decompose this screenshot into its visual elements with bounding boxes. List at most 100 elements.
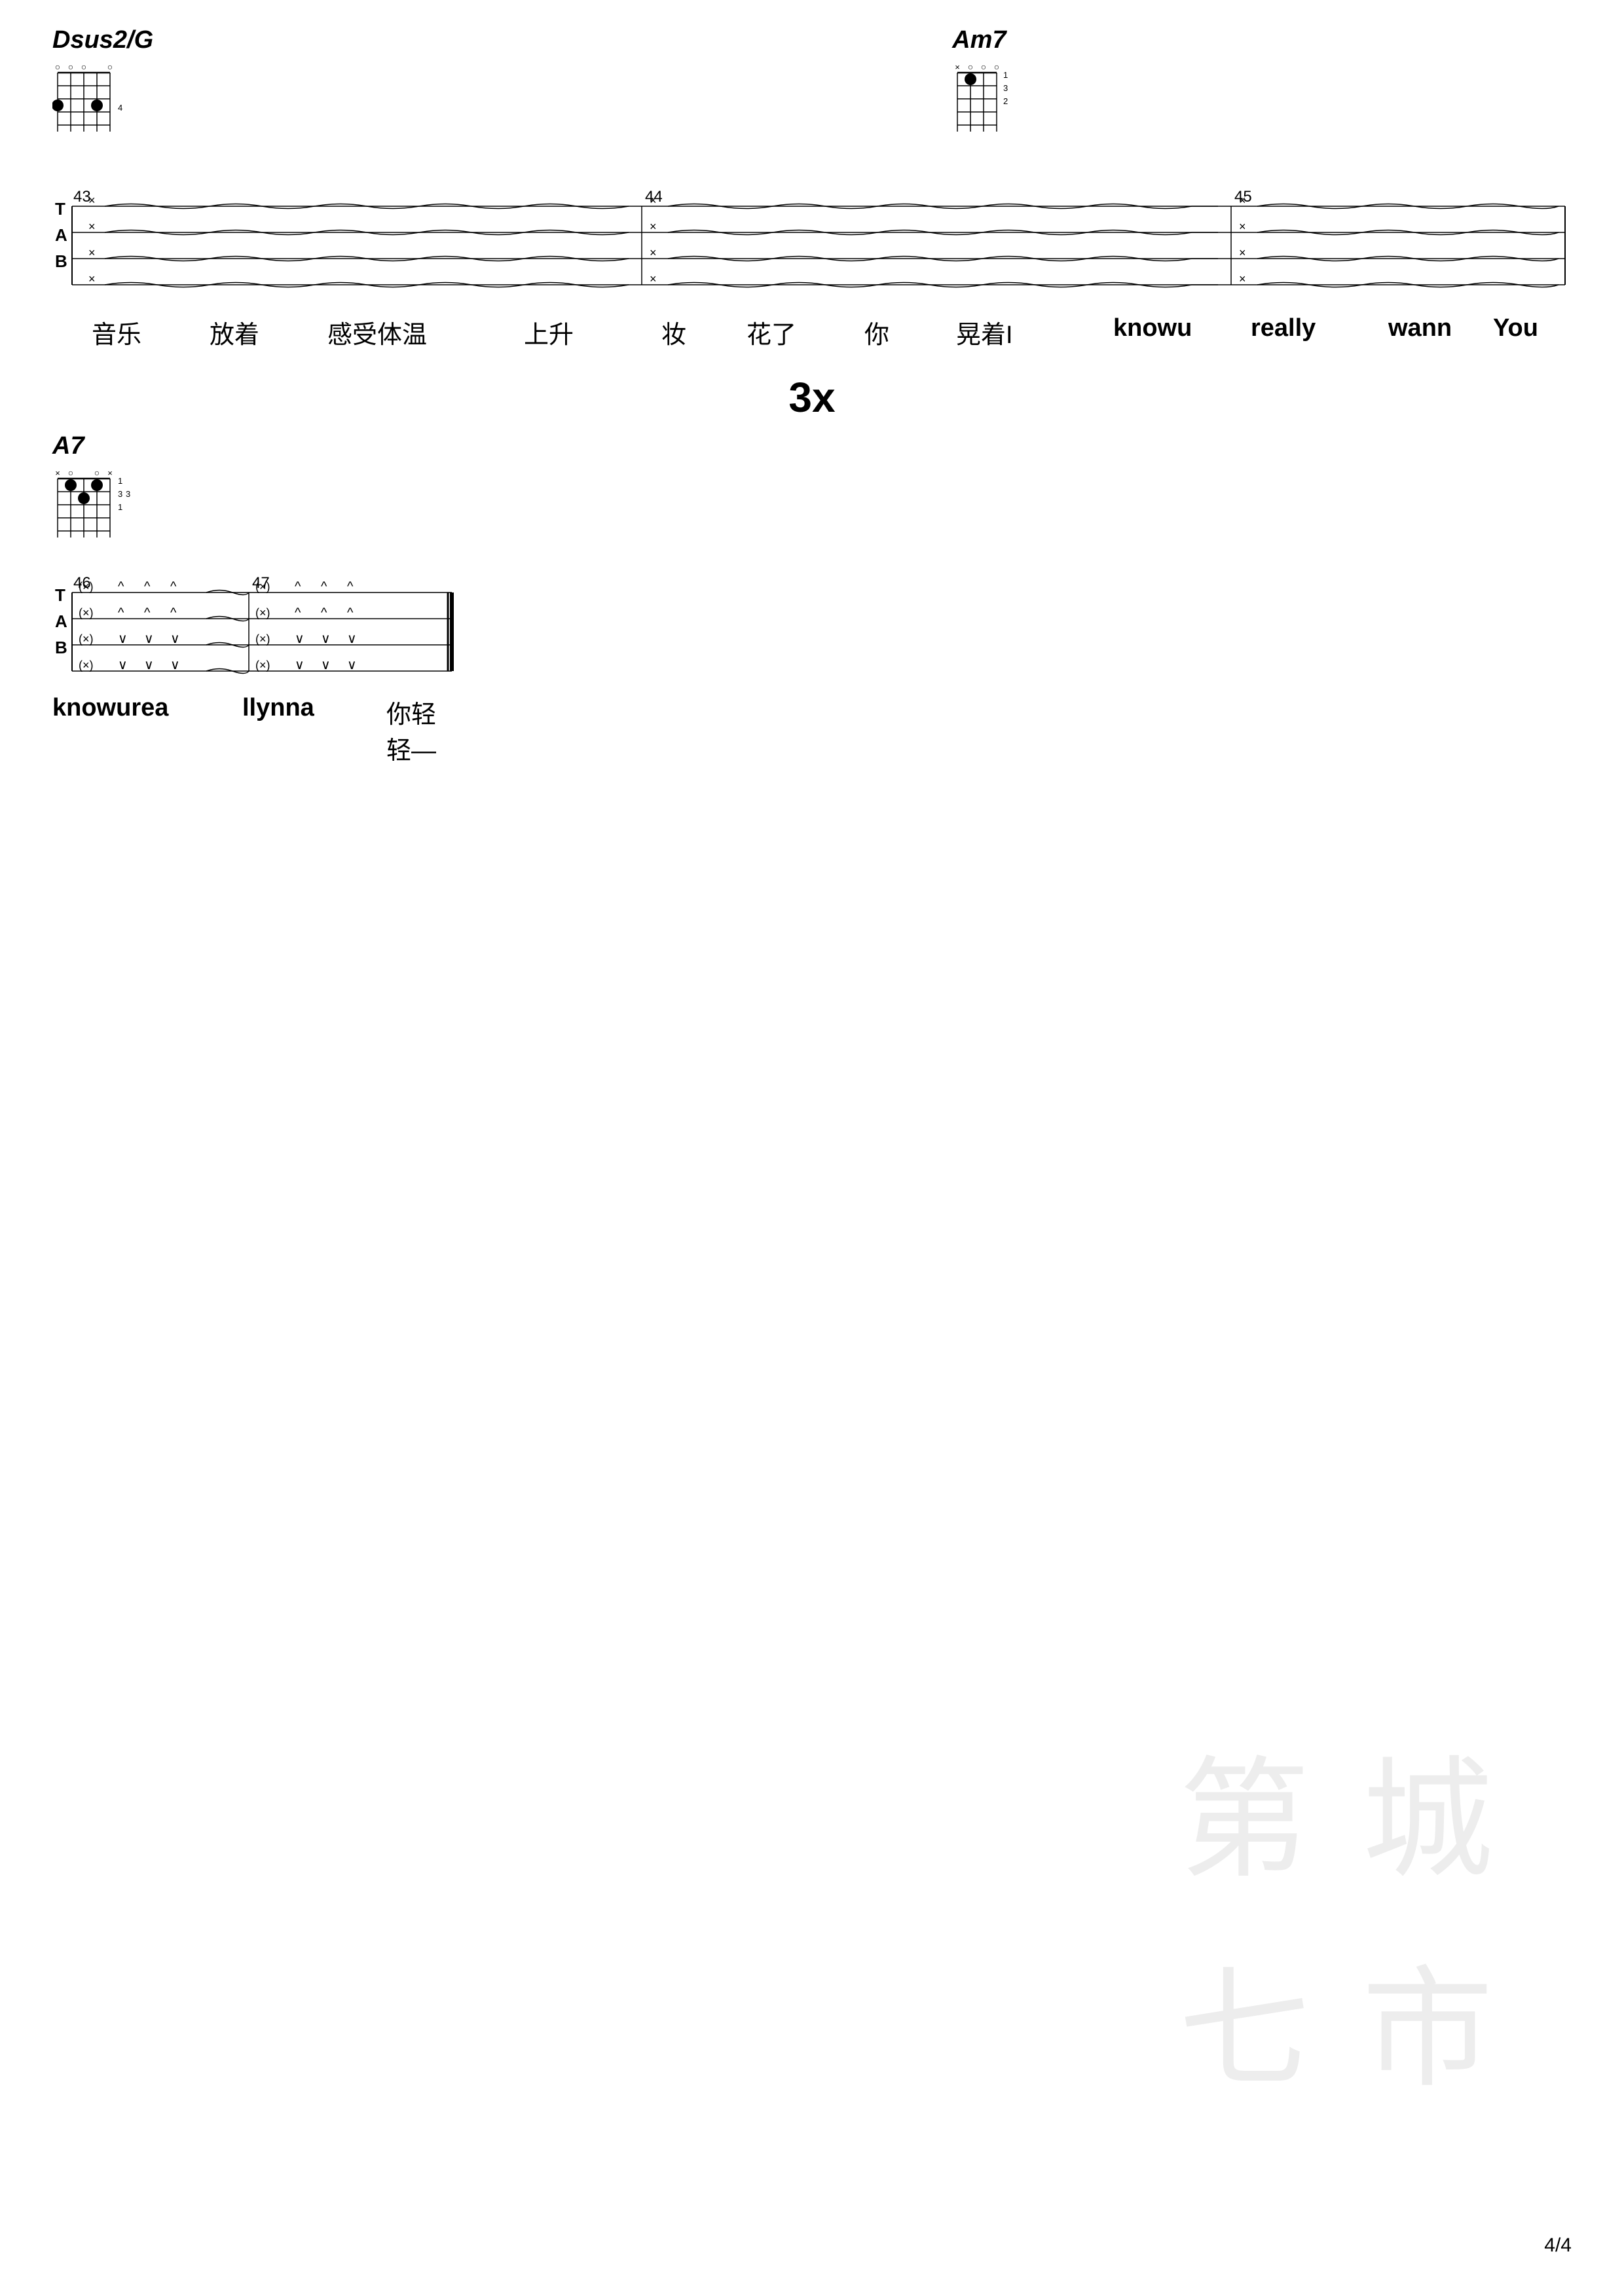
svg-text:B: B <box>55 638 67 657</box>
lyric-word-12: You <box>1493 314 1538 342</box>
lyric-word-6: 花了 <box>747 314 796 350</box>
svg-text:^: ^ <box>295 606 301 620</box>
svg-text:×: × <box>88 220 96 233</box>
svg-text:^: ^ <box>170 606 177 620</box>
svg-text:○: ○ <box>68 62 73 72</box>
svg-text:(×): (×) <box>79 659 94 672</box>
svg-text:×: × <box>650 272 657 285</box>
lyric-word-r2-2: llynna <box>242 694 314 722</box>
svg-text:×: × <box>650 194 657 207</box>
svg-text:(×): (×) <box>79 632 94 646</box>
svg-text:∨: ∨ <box>144 632 154 646</box>
lyric-word-4: 上升 <box>524 314 574 350</box>
svg-text:∨: ∨ <box>295 632 304 646</box>
svg-text:T: T <box>55 585 65 605</box>
page-number: 4/4 <box>1544 2234 1572 2257</box>
lyric-word-r2-1: knowurea <box>52 694 168 722</box>
tab-staff-row2: T A B 46 47 (×) (×) (×) (×) ^ ^ <box>52 576 458 687</box>
svg-text:∨: ∨ <box>347 658 357 672</box>
lyric-word-2: 放着 <box>210 314 259 350</box>
svg-text:×: × <box>1239 220 1246 233</box>
tab-staff-row1: T A B 43 44 45 × × <box>52 190 1572 301</box>
chord-diagram-am7: × ○ ○ ○ 1 3 2 <box>952 58 1037 143</box>
svg-text:○: ○ <box>94 467 100 478</box>
svg-text:^: ^ <box>321 606 327 620</box>
svg-text:^: ^ <box>144 606 151 620</box>
svg-text:A: A <box>55 225 67 245</box>
svg-text:∨: ∨ <box>321 658 331 672</box>
tab-section-row1: T A B 43 44 45 × × <box>52 190 1572 304</box>
lyric-word-10: really <box>1251 314 1316 342</box>
lyric-word-3: 感受体温 <box>327 314 427 350</box>
chord-name-a7-s2: A7 <box>52 432 144 460</box>
lyric-word-7: 你 <box>864 314 889 350</box>
watermark-char-4: 市 <box>1362 1923 1493 2113</box>
svg-text:×: × <box>107 468 113 478</box>
svg-text:∨: ∨ <box>118 658 128 672</box>
svg-text:1: 1 <box>118 502 122 512</box>
svg-text:A: A <box>55 611 67 631</box>
svg-text:(×): (×) <box>255 580 270 593</box>
svg-text:○: ○ <box>981 62 986 72</box>
lyric-word-8: 晃着I <box>956 314 1013 350</box>
chord-diagrams-row1: Dsus2/G ○ ○ ○ ○ <box>52 26 1624 143</box>
svg-text:1: 1 <box>1003 70 1008 80</box>
svg-text:(×): (×) <box>255 632 270 646</box>
svg-text:(×): (×) <box>79 606 94 619</box>
svg-text:○: ○ <box>68 467 73 478</box>
watermark: 第 城 七 市 <box>1179 1713 1493 2113</box>
svg-text:○: ○ <box>81 62 86 72</box>
svg-text:^: ^ <box>144 579 151 594</box>
lyric-word-r2-3: 你轻轻— <box>386 694 458 766</box>
chord-diagram-dsus2g: ○ ○ ○ ○ 4 <box>52 58 138 143</box>
watermark-row2: 七 市 <box>1179 1923 1493 2113</box>
watermark-char-2: 城 <box>1362 1713 1493 1903</box>
svg-text:×: × <box>1239 194 1246 207</box>
svg-text:T: T <box>55 199 65 219</box>
svg-text:○: ○ <box>968 62 973 72</box>
svg-text:○: ○ <box>994 62 999 72</box>
lyric-word-11: wann <box>1388 314 1452 342</box>
svg-text:∨: ∨ <box>170 658 180 672</box>
svg-text:(×): (×) <box>255 659 270 672</box>
chord-diagram-a7-s2: × ○ ○ × 1 3 3 1 <box>52 464 144 549</box>
svg-text:3: 3 <box>1003 83 1008 93</box>
svg-text:^: ^ <box>321 579 327 594</box>
svg-text:×: × <box>650 246 657 259</box>
svg-text:∨: ∨ <box>295 658 304 672</box>
svg-text:×: × <box>88 246 96 259</box>
watermark-char-3: 七 <box>1179 1923 1310 2113</box>
lyric-word-5: 妆 <box>661 314 686 350</box>
svg-text:(×): (×) <box>255 606 270 619</box>
svg-text:2: 2 <box>1003 96 1008 106</box>
svg-text:4: 4 <box>118 103 122 113</box>
page: Dsus2/G ○ ○ ○ ○ <box>0 0 1624 2296</box>
svg-text:^: ^ <box>295 579 301 594</box>
svg-text:^: ^ <box>170 579 177 594</box>
chord-name-am7: Am7 <box>952 26 1006 54</box>
lyric-word-1: 音乐 <box>92 314 141 350</box>
svg-text:×: × <box>1239 246 1246 259</box>
svg-text:3: 3 <box>126 489 130 499</box>
svg-text:^: ^ <box>347 579 354 594</box>
svg-text:^: ^ <box>118 579 124 594</box>
svg-text:∨: ∨ <box>118 632 128 646</box>
chord-name-dsus2g: Dsus2/G <box>52 26 153 54</box>
watermark-char-1: 第 <box>1179 1713 1310 1903</box>
svg-text:∨: ∨ <box>347 632 357 646</box>
svg-text:1: 1 <box>118 476 122 486</box>
svg-text:^: ^ <box>347 606 354 620</box>
svg-text:×: × <box>650 220 657 233</box>
svg-text:(×): (×) <box>79 580 94 593</box>
svg-text:∨: ∨ <box>321 632 331 646</box>
svg-text:×: × <box>88 272 96 285</box>
chord-dsus2g: Dsus2/G ○ ○ ○ ○ <box>52 26 153 143</box>
svg-text:^: ^ <box>118 606 124 620</box>
svg-text:○: ○ <box>55 62 60 72</box>
svg-text:∨: ∨ <box>170 632 180 646</box>
svg-text:B: B <box>55 251 67 271</box>
lyric-word-9: knowu <box>1113 314 1192 342</box>
svg-text:×: × <box>88 194 96 207</box>
repeat-marker-text: 3x <box>788 374 835 421</box>
chord-a7-section2: A7 × ○ ○ × 1 3 3 1 <box>52 432 144 553</box>
